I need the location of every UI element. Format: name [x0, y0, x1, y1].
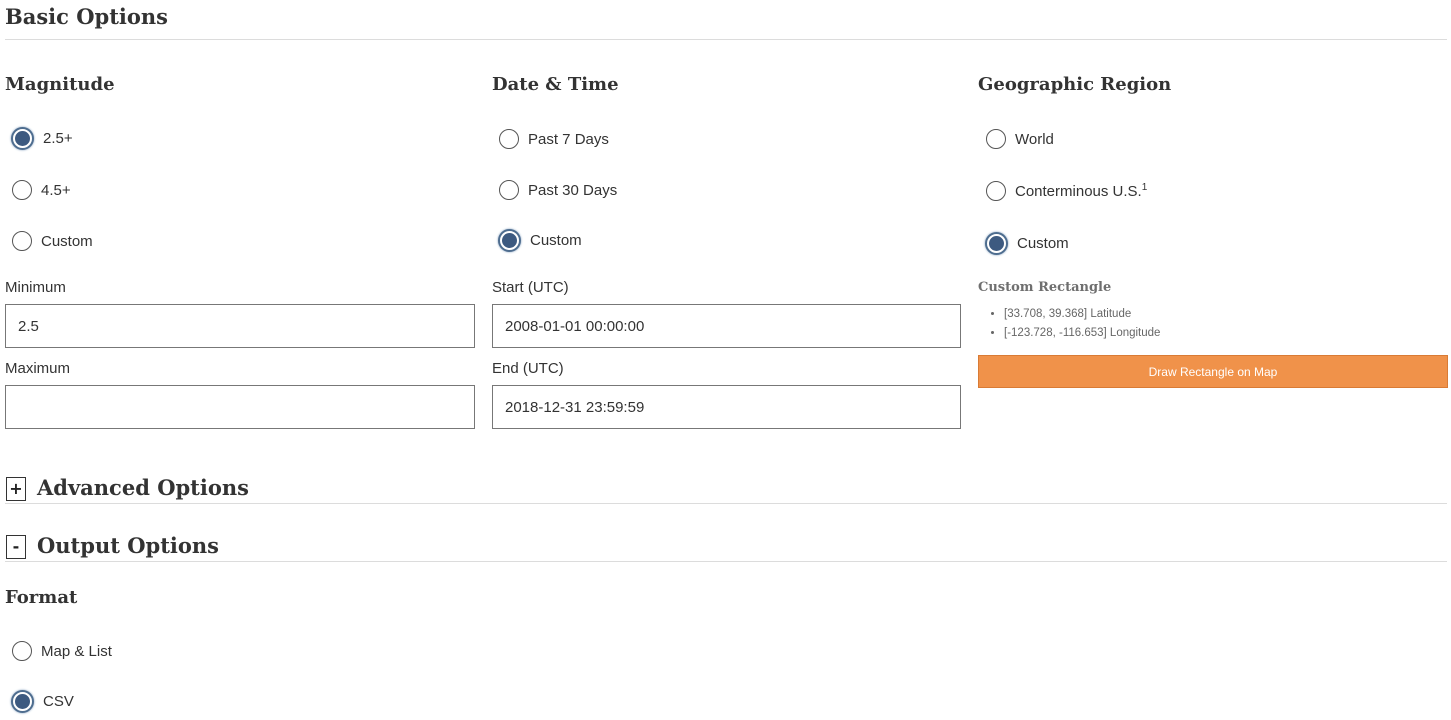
magnitude-title: Magnitude — [5, 74, 115, 95]
start-utc-label: Start (UTC) — [492, 279, 569, 296]
radio-label: CSV — [43, 693, 74, 710]
radio-label: Custom — [530, 232, 582, 249]
format-option-map-list[interactable]: Map & List — [12, 641, 112, 661]
advanced-options-divider — [5, 503, 1447, 504]
radio-icon[interactable] — [986, 129, 1006, 149]
magnitude-option-2-5[interactable]: 2.5+ — [11, 127, 73, 150]
date-time-title: Date & Time — [492, 74, 619, 95]
radio-icon[interactable] — [986, 181, 1006, 201]
footnote-marker: 1 — [1141, 182, 1148, 193]
maximum-magnitude-input[interactable] — [5, 385, 475, 429]
radio-label: Past 7 Days — [528, 130, 609, 148]
geographic-region-title: Geographic Region — [978, 74, 1172, 95]
longitude-range: [-123.728, -116.653] Longitude — [1004, 324, 1160, 343]
radio-label-text: Conterminous U.S. — [1015, 183, 1142, 200]
region-option-world[interactable]: World — [986, 129, 1054, 149]
radio-checked-icon[interactable] — [498, 229, 521, 252]
date-option-past-7-days[interactable]: Past 7 Days — [499, 129, 609, 149]
advanced-options-expand-toggle[interactable]: + — [6, 477, 26, 501]
radio-icon[interactable] — [12, 231, 32, 251]
format-title: Format — [5, 587, 78, 608]
magnitude-option-custom[interactable]: Custom — [12, 231, 93, 251]
date-option-past-30-days[interactable]: Past 30 Days — [499, 180, 617, 200]
radio-checked-icon[interactable] — [985, 232, 1008, 255]
maximum-label: Maximum — [5, 360, 71, 377]
radio-icon[interactable] — [12, 641, 32, 661]
radio-label: Custom — [1017, 235, 1069, 252]
latitude-range: [33.708, 39.368] Latitude — [1004, 305, 1160, 324]
region-option-conterminous-us[interactable]: Conterminous U.S.1 — [986, 181, 1147, 201]
magnitude-option-4-5[interactable]: 4.5+ — [12, 180, 71, 200]
search-form: Basic Options Magnitude 2.5+ 4.5+ Custom… — [0, 0, 1451, 720]
radio-label: 4.5+ — [41, 181, 71, 199]
format-option-csv[interactable]: CSV — [11, 690, 74, 713]
radio-label: Conterminous U.S.1 — [1015, 182, 1147, 200]
basic-options-title: Basic Options — [5, 4, 169, 29]
minimum-magnitude-input[interactable] — [5, 304, 475, 348]
date-option-custom[interactable]: Custom — [498, 229, 582, 252]
minimum-label: Minimum — [5, 279, 66, 296]
draw-rectangle-button[interactable]: Draw Rectangle on Map — [978, 355, 1448, 388]
region-option-custom[interactable]: Custom — [985, 232, 1069, 255]
end-utc-label: End (UTC) — [492, 360, 564, 377]
output-options-collapse-toggle[interactable]: - — [6, 535, 26, 559]
start-time-input[interactable] — [492, 304, 961, 348]
basic-options-divider — [5, 39, 1447, 40]
output-options-title[interactable]: Output Options — [37, 533, 219, 558]
radio-icon[interactable] — [12, 180, 32, 200]
radio-checked-icon[interactable] — [11, 127, 34, 150]
radio-label: Map & List — [41, 642, 112, 660]
output-options-divider — [5, 561, 1447, 562]
radio-icon[interactable] — [499, 129, 519, 149]
advanced-options-title[interactable]: Advanced Options — [37, 475, 249, 500]
radio-label: 2.5+ — [43, 130, 73, 147]
custom-rectangle-bounds: [33.708, 39.368] Latitude [-123.728, -11… — [986, 305, 1160, 343]
radio-label: Custom — [41, 232, 93, 250]
radio-label: World — [1015, 130, 1054, 148]
radio-icon[interactable] — [499, 180, 519, 200]
radio-label: Past 30 Days — [528, 181, 618, 199]
end-time-input[interactable] — [492, 385, 961, 429]
radio-checked-icon[interactable] — [11, 690, 34, 713]
custom-rectangle-title: Custom Rectangle — [978, 280, 1112, 295]
